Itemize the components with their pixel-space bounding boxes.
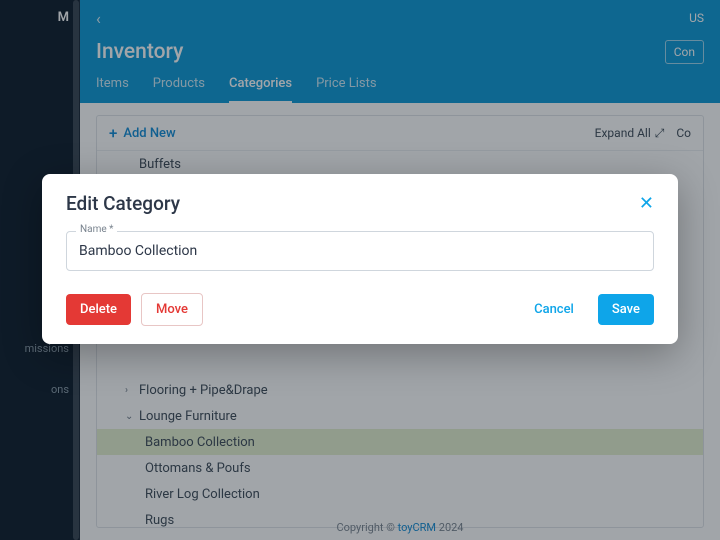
name-field: Name * — [66, 231, 654, 271]
name-label: Name * — [76, 224, 117, 235]
name-input[interactable] — [66, 231, 654, 271]
edit-category-modal: Edit Category ✕ Name * Delete Move Cance… — [42, 174, 678, 344]
delete-button[interactable]: Delete — [66, 294, 131, 325]
close-icon[interactable]: ✕ — [639, 195, 654, 213]
modal-title: Edit Category — [66, 192, 180, 215]
modal-header: Edit Category ✕ — [66, 192, 654, 215]
move-button[interactable]: Move — [141, 293, 203, 326]
save-button[interactable]: Save — [598, 294, 654, 325]
modal-footer: Delete Move Cancel Save — [66, 293, 654, 326]
cancel-button[interactable]: Cancel — [520, 294, 588, 325]
modal-overlay[interactable]: Edit Category ✕ Name * Delete Move Cance… — [0, 0, 720, 540]
